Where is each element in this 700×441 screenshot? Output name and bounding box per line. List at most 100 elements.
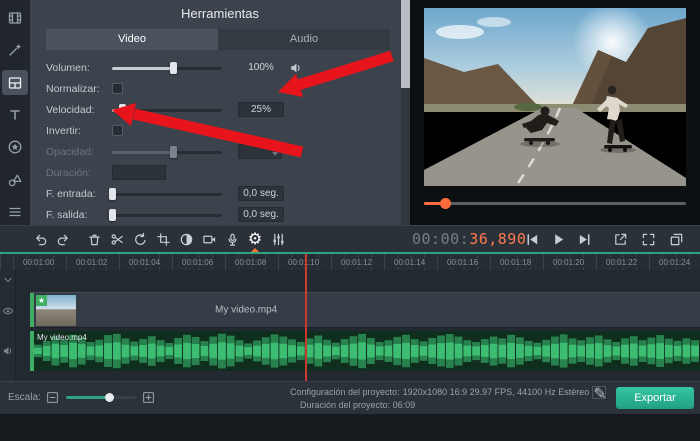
scale-slider[interactable]: [66, 391, 136, 404]
slider-handle[interactable]: [109, 187, 116, 200]
redo-icon: [56, 232, 71, 247]
invertir-checkbox[interactable]: [112, 125, 123, 136]
slider-handle[interactable]: [118, 103, 126, 116]
tool-row-fentrada: F. entrada: 0,0 seg.: [30, 183, 410, 204]
tool-control-duración: [112, 162, 230, 183]
tab-video[interactable]: Video: [46, 29, 218, 50]
velocidad-value: 25%: [238, 102, 284, 117]
star-icon: [7, 139, 23, 155]
chevron-down-toggle[interactable]: [2, 273, 14, 285]
speaker-icon[interactable]: [289, 61, 303, 75]
next-frame-button[interactable]: [574, 229, 594, 249]
color-adjustments-button[interactable]: [176, 229, 196, 249]
video-clip-label: My video.mp4: [215, 304, 278, 316]
sidebar-item-media[interactable]: [2, 5, 28, 30]
timecode-current: 36,890: [469, 230, 527, 248]
seek-track[interactable]: [424, 202, 686, 205]
slider-handle[interactable]: [109, 208, 116, 221]
chevron-down-icon: [2, 274, 14, 286]
next-icon: [577, 232, 592, 247]
export-button[interactable]: Exportar: [616, 387, 694, 409]
fsalida-slider[interactable]: [109, 208, 222, 222]
fentrada-slider[interactable]: [109, 187, 222, 201]
ruler-label: 00:01:10: [287, 258, 321, 267]
velocidad-slider[interactable]: [112, 103, 222, 117]
clip-properties-button[interactable]: ⚙: [245, 229, 265, 253]
play-icon: [551, 232, 566, 247]
zoom-out-button[interactable]: [46, 391, 59, 404]
sidebar-item-more-tools[interactable]: [2, 200, 28, 225]
trash-icon: [87, 232, 102, 247]
sidebar-item-callouts[interactable]: [2, 167, 28, 192]
audio-levels-button[interactable]: [268, 229, 288, 249]
previous-frame-button[interactable]: [522, 229, 542, 249]
eye-icon: [2, 305, 14, 317]
playhead[interactable]: [305, 254, 307, 381]
wand-icon: [7, 42, 23, 58]
video-clip[interactable]: ★ My video.mp4: [30, 292, 700, 328]
scissors-icon: [110, 232, 125, 247]
seek-handle[interactable]: [439, 198, 451, 209]
transport-bar: ⚙ 00:00:36,890: [0, 225, 700, 253]
detach-icon: [669, 232, 684, 247]
detach-player-button[interactable]: [666, 229, 686, 249]
project-config-value: 1920x1080 16:9 29.97 FPS, 44100 Hz Estér…: [402, 387, 590, 397]
preview-scene: [424, 8, 686, 186]
timecode-display: 00:00:36,890: [412, 230, 526, 248]
fullscreen-button[interactable]: [638, 229, 658, 249]
capture-button[interactable]: [199, 229, 219, 249]
zoom-in-button[interactable]: [142, 391, 155, 404]
slider-handle: [169, 145, 177, 158]
normalizar-checkbox[interactable]: [112, 83, 123, 94]
edit-project-settings-button[interactable]: ✎: [592, 386, 607, 403]
ruler-label: 00:01:00: [22, 258, 56, 267]
sidebar-item-stickers[interactable]: [2, 135, 28, 160]
slider-handle[interactable]: [169, 61, 177, 74]
redo-button[interactable]: [53, 229, 73, 249]
play-button[interactable]: [548, 229, 568, 249]
crop-button[interactable]: [153, 229, 173, 249]
audio-waveform: [34, 333, 699, 369]
tool-rows: Volumen: 100% Normalizar: Velocidad: 25% Inve…: [30, 57, 410, 225]
eye-toggle[interactable]: [2, 304, 14, 316]
share-icon: [613, 232, 628, 247]
sidebar-item-filters[interactable]: [2, 37, 28, 62]
tools-scrollbar-thumb[interactable]: [401, 0, 410, 88]
share-button[interactable]: [610, 229, 630, 249]
timeline: ★ My video.mp4 My video.mp4: [0, 270, 700, 381]
volumen-slider[interactable]: [112, 61, 222, 75]
tools-scrollbar-track[interactable]: [401, 0, 410, 225]
video-editor-app: Herramientas Video Audio Volumen: 100% Norm…: [0, 0, 700, 441]
audio-clip[interactable]: My video.mp4: [30, 331, 700, 371]
delete-button[interactable]: [84, 229, 104, 249]
preview-seek-bar[interactable]: [424, 197, 686, 210]
opacidad-stepper: [238, 144, 282, 159]
tool-label-invertir: Invertir:: [46, 124, 82, 137]
sidebar-item-titles[interactable]: [2, 102, 28, 127]
slider-fill: [112, 150, 173, 154]
project-info: Configuración del proyecto: 1920x1080 16:…: [290, 386, 609, 411]
split-button[interactable]: [107, 229, 127, 249]
fsalida-value: 0,0 seg.: [238, 207, 284, 222]
sidebar-item-tools[interactable]: [2, 69, 28, 96]
tab-audio[interactable]: Audio: [218, 29, 390, 50]
tool-row-normalizar: Normalizar:: [30, 78, 410, 99]
timeline-ruler[interactable]: 00:01:00 00:01:02 00:01:04 00:01:06 00:01:08…: [0, 254, 700, 270]
volumen-value: 100%: [248, 62, 274, 73]
tool-row-volumen: Volumen: 100%: [30, 57, 410, 78]
undo-button[interactable]: [30, 229, 50, 249]
tool-control-fentrada: [109, 183, 230, 204]
list-icon: [7, 204, 23, 220]
voiceover-button[interactable]: [222, 229, 242, 249]
ruler-label: 00:01:12: [340, 258, 374, 267]
rotate-button[interactable]: [130, 229, 150, 249]
scale-slider-fill: [66, 396, 110, 399]
minus-icon: [46, 391, 59, 404]
tool-label-normalizar: Normalizar:: [46, 82, 100, 95]
timecode-prefix: 00:00:: [412, 230, 470, 248]
titles-icon: [7, 107, 23, 123]
contrast-icon: [179, 232, 194, 247]
scale-slider-handle[interactable]: [105, 393, 115, 402]
speaker-toggle[interactable]: [2, 344, 14, 356]
tool-control-volumen: [112, 57, 230, 78]
